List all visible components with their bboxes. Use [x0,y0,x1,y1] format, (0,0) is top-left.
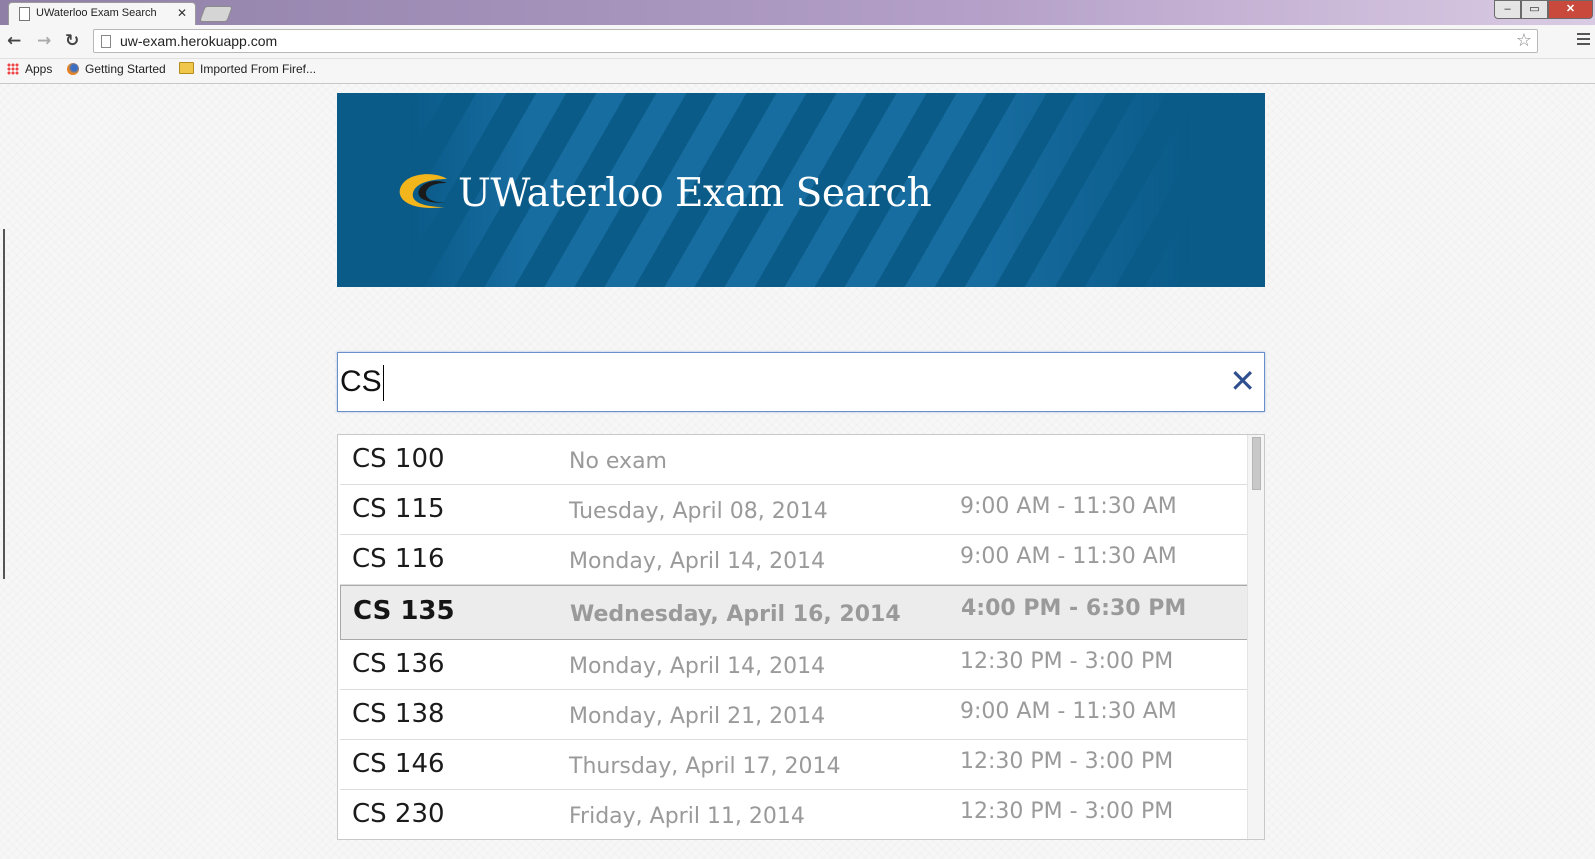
exam-date: Monday, April 14, 2014 [569,549,826,574]
exam-date: Thursday, April 17, 2014 [569,754,841,779]
address-bar[interactable]: uw-exam.herokuapp.com ☆ [93,29,1538,53]
window-titlebar: UWaterloo Exam Search ✕ – ▭ ✕ [0,0,1595,25]
bookmark-imported-folder[interactable]: Imported From Firef... [179,62,316,76]
exam-time: 12:30 PM - 3:00 PM [960,799,1174,824]
page-icon [19,7,30,21]
result-row[interactable]: CS 136 Monday, April 14, 2014 12:30 PM - 3… [340,640,1248,690]
uwaterloo-logo-icon [399,174,447,208]
browser-toolbar: ← → ↻ uw-exam.herokuapp.com ☆ [0,25,1595,59]
exam-date: Wednesday, April 16, 2014 [570,602,901,627]
new-tab-button[interactable] [199,6,233,22]
forward-arrow-icon[interactable]: → [37,31,51,51]
result-row[interactable]: CS 115 Tuesday, April 08, 2014 9:00 AM - 1… [340,485,1248,535]
course-code: CS 100 [352,444,445,474]
result-row[interactable]: CS 230 Friday, April 11, 2014 12:30 PM - 3… [340,790,1248,839]
exam-date: Monday, April 14, 2014 [569,654,826,679]
results-list: CS 100 No exam CS 115 Tuesday, April 08, 20… [340,435,1248,839]
result-row[interactable]: CS 135 Wednesday, April 16, 2014 4:00 PM -… [340,585,1248,640]
exam-date: Friday, April 11, 2014 [569,804,805,829]
browser-tab[interactable]: UWaterloo Exam Search ✕ [8,2,196,25]
exam-time: 4:00 PM - 6:30 PM [961,596,1187,621]
course-code: CS 135 [353,596,455,626]
course-code: CS 138 [352,699,445,729]
result-row[interactable]: CS 138 Monday, April 21, 2014 9:00 AM - 11… [340,690,1248,740]
page-title: UWaterloo Exam Search [458,171,932,216]
minimize-button[interactable]: – [1494,0,1521,19]
bookmark-label: Apps [25,62,53,76]
exam-time: 9:00 AM - 11:30 AM [960,494,1177,519]
bookmark-star-icon[interactable]: ☆ [1516,30,1532,51]
bookmark-getting-started[interactable]: Getting Started [67,62,166,76]
course-code: CS 115 [352,494,445,524]
exam-date: No exam [569,449,667,474]
exam-date: Tuesday, April 08, 2014 [569,499,828,524]
result-row[interactable]: CS 100 No exam [340,435,1248,485]
search-input[interactable] [340,363,1200,401]
exam-date: Monday, April 21, 2014 [569,704,826,729]
back-arrow-icon[interactable]: ← [7,31,21,51]
firefox-icon [67,63,79,75]
course-code: CS 230 [352,799,445,829]
maximize-button[interactable]: ▭ [1521,0,1548,19]
result-row[interactable]: CS 116 Monday, April 14, 2014 9:00 AM - 11… [340,535,1248,585]
search-box[interactable]: ✕ [337,352,1265,412]
course-code: CS 146 [352,749,445,779]
exam-time: 12:30 PM - 3:00 PM [960,749,1174,774]
apps-icon [7,63,19,75]
scrollbar-thumb[interactable] [1252,437,1261,490]
bookmark-label: Imported From Firef... [200,62,317,76]
bookmark-apps[interactable]: Apps [7,62,52,76]
results-dropdown[interactable]: CS 100 No exam CS 115 Tuesday, April 08, 20… [337,434,1265,840]
tab-title: UWaterloo Exam Search [36,7,157,19]
folder-icon [179,62,194,74]
course-code: CS 136 [352,649,445,679]
text-caret [382,365,384,401]
menu-icon[interactable] [1577,33,1590,48]
page-icon [101,35,111,48]
exam-time: 9:00 AM - 11:30 AM [960,544,1177,569]
tab-close-icon[interactable]: ✕ [177,6,187,20]
exam-time: 12:30 PM - 3:00 PM [960,649,1174,674]
left-edge-line [3,229,5,579]
close-window-button[interactable]: ✕ [1548,0,1593,19]
header-banner: UWaterloo Exam Search [337,93,1265,287]
course-code: CS 116 [352,544,445,574]
results-scrollbar[interactable] [1247,435,1264,839]
reload-icon[interactable]: ↻ [65,31,79,51]
bookmarks-bar: Apps Getting Started Imported From Firef… [0,59,1595,84]
url-text[interactable]: uw-exam.herokuapp.com [120,33,277,49]
exam-time: 9:00 AM - 11:30 AM [960,699,1177,724]
page-content: UWaterloo Exam Search ✕ CS 100No examCS … [0,84,1595,859]
result-row[interactable]: CS 146 Thursday, April 17, 2014 12:30 PM -… [340,740,1248,790]
clear-search-icon[interactable]: ✕ [1229,363,1256,399]
bookmark-label: Getting Started [85,62,166,76]
